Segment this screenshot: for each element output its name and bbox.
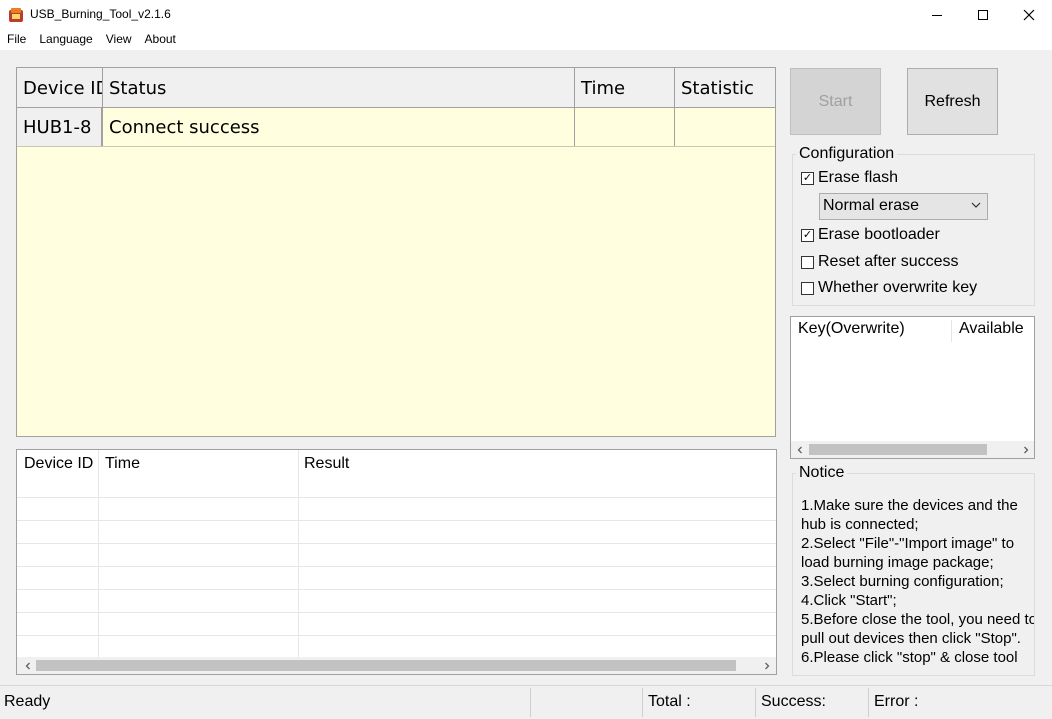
row-divider <box>17 497 776 498</box>
menu-about[interactable]: About <box>138 30 182 50</box>
scroll-thumb[interactable] <box>809 444 987 455</box>
column-header-log-time[interactable]: Time <box>105 455 140 473</box>
success-label: Success: <box>761 693 826 710</box>
row-divider <box>17 589 776 590</box>
scroll-thumb[interactable] <box>36 660 736 671</box>
log-grid[interactable]: Device ID Time Result <box>16 449 777 675</box>
erase-bootloader-label: Erase bootloader <box>818 226 940 243</box>
overwrite-key-option[interactable]: Whether overwrite key <box>801 279 977 297</box>
status-divider <box>868 688 869 717</box>
reset-after-success-option[interactable]: Reset after success <box>801 253 959 271</box>
notice-title: Notice <box>796 464 848 482</box>
status-divider <box>530 688 531 717</box>
overwrite-key-label: Whether overwrite key <box>818 279 978 296</box>
column-header-time[interactable]: Time <box>575 68 675 107</box>
chevron-down-icon <box>971 202 981 208</box>
key-list[interactable]: Key(Overwrite) Available <box>790 316 1035 459</box>
row-divider <box>17 566 776 567</box>
notice-group: 1.Make sure the devices and the hub is c… <box>792 473 1035 676</box>
status-bar: Ready Total : Success: Error : <box>0 685 1052 718</box>
row-divider <box>17 520 776 521</box>
menu-file[interactable]: File <box>0 30 32 50</box>
column-header-log-result[interactable]: Result <box>304 455 349 473</box>
column-header-device-id[interactable]: Device ID <box>17 68 103 107</box>
menu-view[interactable]: View <box>99 30 138 50</box>
status-divider <box>755 688 756 717</box>
row-divider <box>17 612 776 613</box>
title-bar: USB_Burning_Tool_v2.1.6 <box>0 0 1052 30</box>
column-header-log-device-id[interactable]: Device ID <box>24 455 93 473</box>
scroll-right-icon[interactable] <box>1017 441 1034 458</box>
minimize-icon <box>932 15 942 16</box>
notice-text: 1.Make sure the devices and the hub is c… <box>801 497 1034 666</box>
close-icon <box>1023 9 1035 21</box>
erase-flash-checkbox[interactable]: ✓ <box>801 171 814 185</box>
device-row[interactable]: HUB1-8 Connect success <box>17 108 775 147</box>
erase-mode-value: Normal erase <box>823 197 920 214</box>
erase-bootloader-checkbox[interactable]: ✓ <box>801 228 814 242</box>
scroll-left-icon[interactable] <box>19 657 36 674</box>
menu-language[interactable]: Language <box>32 30 98 50</box>
reset-after-success-checkbox[interactable] <box>801 255 814 269</box>
total-label: Total : <box>648 693 691 710</box>
column-header-statistic[interactable]: Statistic <box>675 68 775 107</box>
log-grid-scrollbar[interactable] <box>17 657 776 674</box>
row-divider <box>17 635 776 636</box>
configuration-title: Configuration <box>796 145 898 163</box>
device-status-cell: Connect success <box>103 108 575 146</box>
erase-bootloader-option[interactable]: ✓ Erase bootloader <box>801 226 940 244</box>
status-divider <box>642 688 643 717</box>
device-statistic-cell <box>675 108 775 146</box>
key-list-scrollbar[interactable] <box>791 441 1034 458</box>
configuration-group: Configuration ✓ Erase flash Normal erase… <box>792 145 1035 306</box>
maximize-button[interactable] <box>960 0 1006 30</box>
window-title: USB_Burning_Tool_v2.1.6 <box>30 7 171 21</box>
minimize-button[interactable] <box>914 0 960 30</box>
erase-mode-dropdown[interactable]: Normal erase <box>819 193 988 220</box>
error-label: Error : <box>874 693 919 710</box>
column-divider <box>951 320 952 342</box>
scroll-left-icon[interactable] <box>791 441 808 458</box>
refresh-button[interactable]: Refresh <box>907 68 998 135</box>
device-id-cell: HUB1-8 <box>17 108 103 146</box>
column-divider <box>298 450 299 658</box>
status-text: Ready <box>4 693 51 710</box>
overwrite-key-checkbox[interactable] <box>801 281 814 295</box>
device-grid: Device ID Status Time Statistic HUB1-8 C… <box>16 67 776 437</box>
close-button[interactable] <box>1006 0 1052 30</box>
maximize-icon <box>978 10 988 20</box>
column-header-status[interactable]: Status <box>103 68 575 107</box>
device-grid-header: Device ID Status Time Statistic <box>17 68 775 108</box>
row-divider <box>17 543 776 544</box>
scroll-right-icon[interactable] <box>758 657 775 674</box>
column-header-key-overwrite[interactable]: Key(Overwrite) <box>798 320 905 338</box>
column-divider <box>98 450 99 658</box>
erase-flash-option[interactable]: ✓ Erase flash <box>801 169 898 187</box>
erase-flash-label: Erase flash <box>818 169 899 186</box>
start-button[interactable]: Start <box>790 68 881 135</box>
app-icon <box>9 8 23 22</box>
column-header-available[interactable]: Available <box>959 320 1024 338</box>
menu-bar: File Language View About <box>0 30 1052 50</box>
reset-after-success-label: Reset after success <box>818 253 959 270</box>
device-time-cell <box>575 108 675 146</box>
